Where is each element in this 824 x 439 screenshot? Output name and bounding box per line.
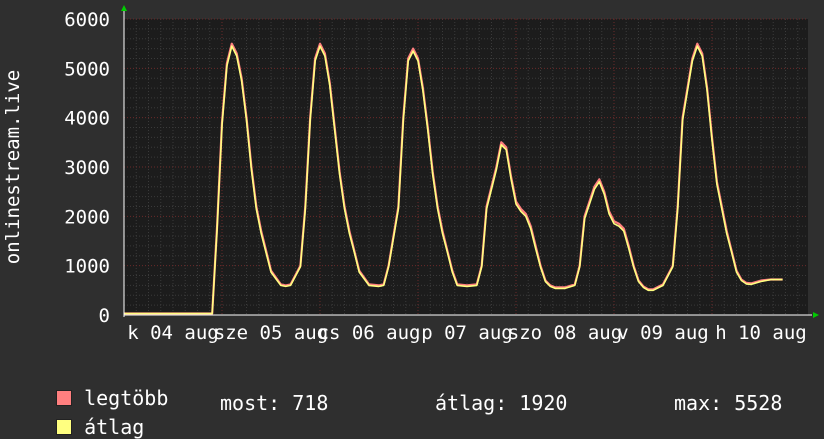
- y-tick-label: 6000: [64, 9, 110, 31]
- y-tick-label: 2000: [64, 206, 110, 228]
- y-axis-label: onlinestream.live: [2, 70, 24, 264]
- stat-atlag: átlag: 1920: [435, 391, 568, 415]
- legend-swatch-atlag: [56, 419, 73, 435]
- x-tick-label: sze 05 aug: [214, 322, 328, 344]
- x-tick-label: h 10 aug: [715, 322, 807, 344]
- y-tick-label: 4000: [64, 108, 110, 130]
- y-tick-label: 3000: [64, 157, 110, 179]
- stat-most: most: 718: [220, 391, 329, 415]
- x-tick-labels: k 04 augsze 05 augcs 06 aug p 07 augszo 0…: [127, 322, 807, 344]
- x-tick-label: p 07 aug: [421, 322, 513, 344]
- traffic-chart: 0 1000 2000 3000 4000 5000 6000 k 04 augsze 05…: [2, 5, 819, 344]
- y-tick-labels: 0 1000 2000 3000 4000 5000 6000: [64, 9, 110, 327]
- y-tick-label: 0: [99, 305, 110, 327]
- x-tick-label: szo 08 aug: [508, 322, 622, 344]
- y-axis-arrow: [121, 5, 127, 11]
- legend-item-atlag: átlag: [32, 391, 144, 439]
- y-tick-label: 1000: [64, 256, 110, 278]
- x-tick-label: cs 06 aug: [318, 322, 421, 344]
- y-tick-label: 5000: [64, 58, 110, 80]
- x-tick-label: v 09 aug: [617, 322, 709, 344]
- x-axis-arrow: [813, 312, 819, 318]
- legend-label-atlag: átlag: [84, 415, 145, 439]
- stat-max: max: 5528: [674, 391, 783, 415]
- x-tick-label: k 04 aug: [127, 322, 219, 344]
